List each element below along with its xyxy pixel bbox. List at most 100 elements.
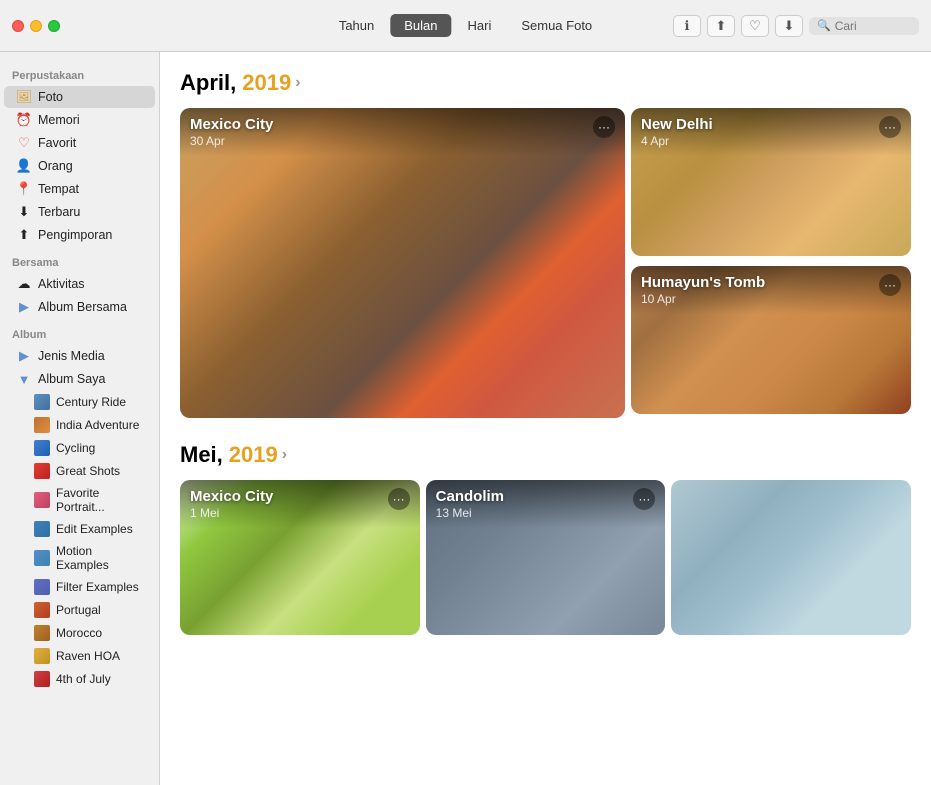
edit-examples-thumb	[34, 521, 50, 537]
sidebar-item-orang-label: Orang	[38, 159, 73, 173]
import-icon: ⬆	[16, 227, 32, 243]
sidebar-item-great-shots[interactable]: Great Shots	[4, 460, 155, 482]
sidebar-item-favorite-portraits-label: Favorite Portrait...	[56, 486, 143, 514]
sidebar-item-tempat-label: Tempat	[38, 182, 79, 196]
tab-bar: Tahun Bulan Hari Semua Foto	[325, 14, 606, 37]
heart-button[interactable]: ♡	[741, 15, 769, 37]
sidebar-item-album-saya-label: Album Saya	[38, 372, 105, 386]
minimize-button[interactable]	[30, 20, 42, 32]
sidebar-item-pengimporan[interactable]: ⬆ Pengimporan	[4, 224, 155, 246]
traffic-lights	[12, 20, 60, 32]
sidebar-item-orang[interactable]: 👤 Orang	[4, 155, 155, 177]
share-button[interactable]: ⬆	[707, 15, 735, 37]
sidebar-item-favorite-portraits[interactable]: Favorite Portrait...	[4, 483, 155, 517]
sidebar-item-album-bersama[interactable]: ▶ Album Bersama	[4, 296, 155, 318]
sidebar-item-century-ride[interactable]: Century Ride	[4, 391, 155, 413]
mei-third-card[interactable]	[671, 480, 911, 635]
sidebar-item-motion-examples-label: Motion Examples	[56, 544, 143, 572]
april-title: April, 2019 ›	[180, 70, 911, 96]
sidebar-item-raven-hoa[interactable]: Raven HOA	[4, 645, 155, 667]
search-bar[interactable]: 🔍	[809, 17, 919, 35]
sidebar-item-filter-examples-label: Filter Examples	[56, 580, 139, 594]
people-icon: 👤	[16, 158, 32, 174]
sidebar-item-motion-examples[interactable]: Motion Examples	[4, 541, 155, 575]
april-mexico-city-overlay: Mexico City 30 Apr ···	[180, 108, 625, 156]
sidebar-item-album-saya[interactable]: ▼ Album Saya	[4, 368, 155, 390]
april-chevron-icon[interactable]: ›	[295, 74, 300, 92]
photos-icon: 🖼	[16, 89, 32, 105]
april-humayun-card[interactable]: Humayun's Tomb 10 Apr ···	[631, 266, 911, 414]
sidebar-item-cycling-label: Cycling	[56, 441, 95, 455]
sidebar-item-jenis-media-label: Jenis Media	[38, 349, 105, 363]
sidebar-item-album-bersama-label: Album Bersama	[38, 300, 127, 314]
tab-hari[interactable]: Hari	[454, 14, 506, 37]
sidebar-item-jenis-media[interactable]: ▶ Jenis Media	[4, 345, 155, 367]
sidebar-item-india-adventure[interactable]: India Adventure	[4, 414, 155, 436]
sidebar-item-portugal[interactable]: Portugal	[4, 599, 155, 621]
mei-mexico-info: Mexico City 1 Mei	[190, 488, 273, 520]
mei-candolim-card[interactable]: Candolim 13 Mei ···	[426, 480, 666, 635]
search-icon: 🔍	[817, 19, 831, 32]
sidebar-item-tempat[interactable]: 📍 Tempat	[4, 178, 155, 200]
mei-candolim-info: Candolim 13 Mei	[436, 488, 504, 520]
mei-candolim-overlay: Candolim 13 Mei ···	[426, 480, 666, 528]
memories-icon: ⏰	[16, 112, 32, 128]
tab-bulan[interactable]: Bulan	[390, 14, 451, 37]
sidebar-item-4th-of-july-label: 4th of July	[56, 672, 111, 686]
sidebar-item-4th-of-july[interactable]: 4th of July	[4, 668, 155, 690]
sidebar-item-morocco-label: Morocco	[56, 626, 102, 640]
april-new-delhi-card[interactable]: New Delhi 4 Apr ···	[631, 108, 911, 256]
sidebar-item-filter-examples[interactable]: Filter Examples	[4, 576, 155, 598]
tab-tahun[interactable]: Tahun	[325, 14, 388, 37]
sidebar-item-edit-examples-label: Edit Examples	[56, 522, 133, 536]
sidebar-item-terbaru-label: Terbaru	[38, 205, 80, 219]
close-button[interactable]	[12, 20, 24, 32]
places-icon: 📍	[16, 181, 32, 197]
save-button[interactable]: ⬇	[775, 15, 803, 37]
sidebar-item-morocco[interactable]: Morocco	[4, 622, 155, 644]
favorite-portraits-thumb	[34, 492, 50, 508]
content-area: April, 2019 › Mexico City 30 Apr ···	[160, 52, 931, 785]
sidebar-item-raven-hoa-label: Raven HOA	[56, 649, 120, 663]
sidebar-item-foto-label: Foto	[38, 90, 63, 104]
sidebar-item-favorit[interactable]: ♡ Favorit	[4, 132, 155, 154]
april-mexico-city-title: Mexico City	[190, 116, 273, 133]
fullscreen-button[interactable]	[48, 20, 60, 32]
sidebar-item-favorit-label: Favorit	[38, 136, 76, 150]
mei-chevron-icon[interactable]: ›	[282, 446, 287, 464]
mei-mexico-card[interactable]: Mexico City 1 Mei ···	[180, 480, 420, 635]
sidebar-item-cycling[interactable]: Cycling	[4, 437, 155, 459]
sidebar-item-terbaru[interactable]: ⬇ Terbaru	[4, 201, 155, 223]
april-mexico-city-more-btn[interactable]: ···	[593, 116, 615, 138]
sidebar-item-memori[interactable]: ⏰ Memori	[4, 109, 155, 131]
mei-grid: Mexico City 1 Mei ··· Candolim 13 Mei ··…	[180, 480, 911, 635]
april-humayun-more-btn[interactable]: ···	[879, 274, 901, 296]
sidebar-item-aktivitas-label: Aktivitas	[38, 277, 85, 291]
4th-of-july-thumb	[34, 671, 50, 687]
india-adventure-thumb	[34, 417, 50, 433]
century-ride-thumb	[34, 394, 50, 410]
mei-mexico-more-btn[interactable]: ···	[388, 488, 410, 510]
sidebar-item-pengimporan-label: Pengimporan	[38, 228, 112, 242]
search-input[interactable]	[835, 19, 915, 33]
info-button[interactable]: ℹ	[673, 15, 701, 37]
toolbar-right: ℹ ⬆ ♡ ⬇ 🔍	[673, 15, 919, 37]
my-album-folder-icon: ▼	[16, 371, 32, 387]
april-mexico-city-card[interactable]: Mexico City 30 Apr ···	[180, 108, 625, 418]
april-humayun-date: 10 Apr	[641, 292, 765, 306]
april-new-delhi-date: 4 Apr	[641, 134, 713, 148]
sidebar-item-foto[interactable]: 🖼 Foto	[4, 86, 155, 108]
sidebar-item-edit-examples[interactable]: Edit Examples	[4, 518, 155, 540]
sidebar-item-portugal-label: Portugal	[56, 603, 101, 617]
mei-mexico-title: Mexico City	[190, 488, 273, 505]
sidebar-item-aktivitas[interactable]: ☁ Aktivitas	[4, 273, 155, 295]
april-new-delhi-more-btn[interactable]: ···	[879, 116, 901, 138]
mei-month-label: Mei,	[180, 442, 223, 468]
raven-hoa-thumb	[34, 648, 50, 664]
sidebar-item-century-ride-label: Century Ride	[56, 395, 126, 409]
tab-semua-foto[interactable]: Semua Foto	[507, 14, 606, 37]
april-month-label: April,	[180, 70, 236, 96]
mei-candolim-more-btn[interactable]: ···	[633, 488, 655, 510]
recent-icon: ⬇	[16, 204, 32, 220]
mei-candolim-date: 13 Mei	[436, 506, 504, 520]
